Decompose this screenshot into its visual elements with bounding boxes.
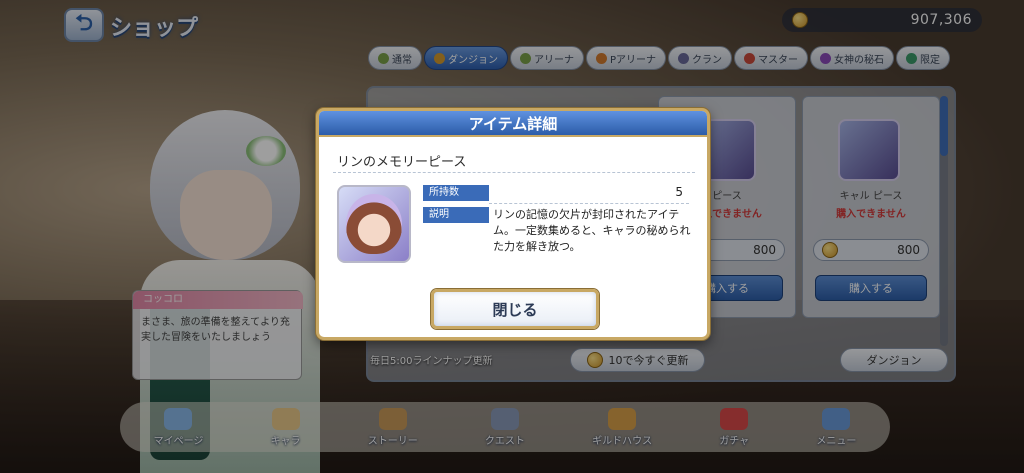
- close-button[interactable]: 閉じる: [431, 289, 599, 329]
- divider: [489, 203, 689, 204]
- owned-label: 所持数: [423, 185, 489, 201]
- divider: [333, 172, 695, 173]
- description-label: 説明: [423, 207, 489, 223]
- memory-piece-icon: [337, 185, 411, 263]
- rin-portrait-icon: [346, 194, 402, 254]
- item-description: リンの記憶の欠片が封印されたアイテム。一定数集めると、キャラの秘められた力を解き…: [493, 208, 691, 253]
- dialog-title: アイテム詳細: [319, 111, 707, 137]
- item-detail-dialog: アイテム詳細 リンのメモリーピース 所持数 5 説明 リンの記憶の欠片が封印され…: [316, 108, 710, 340]
- owned-value: 5: [675, 185, 683, 199]
- item-name: リンのメモリーピース: [337, 155, 467, 170]
